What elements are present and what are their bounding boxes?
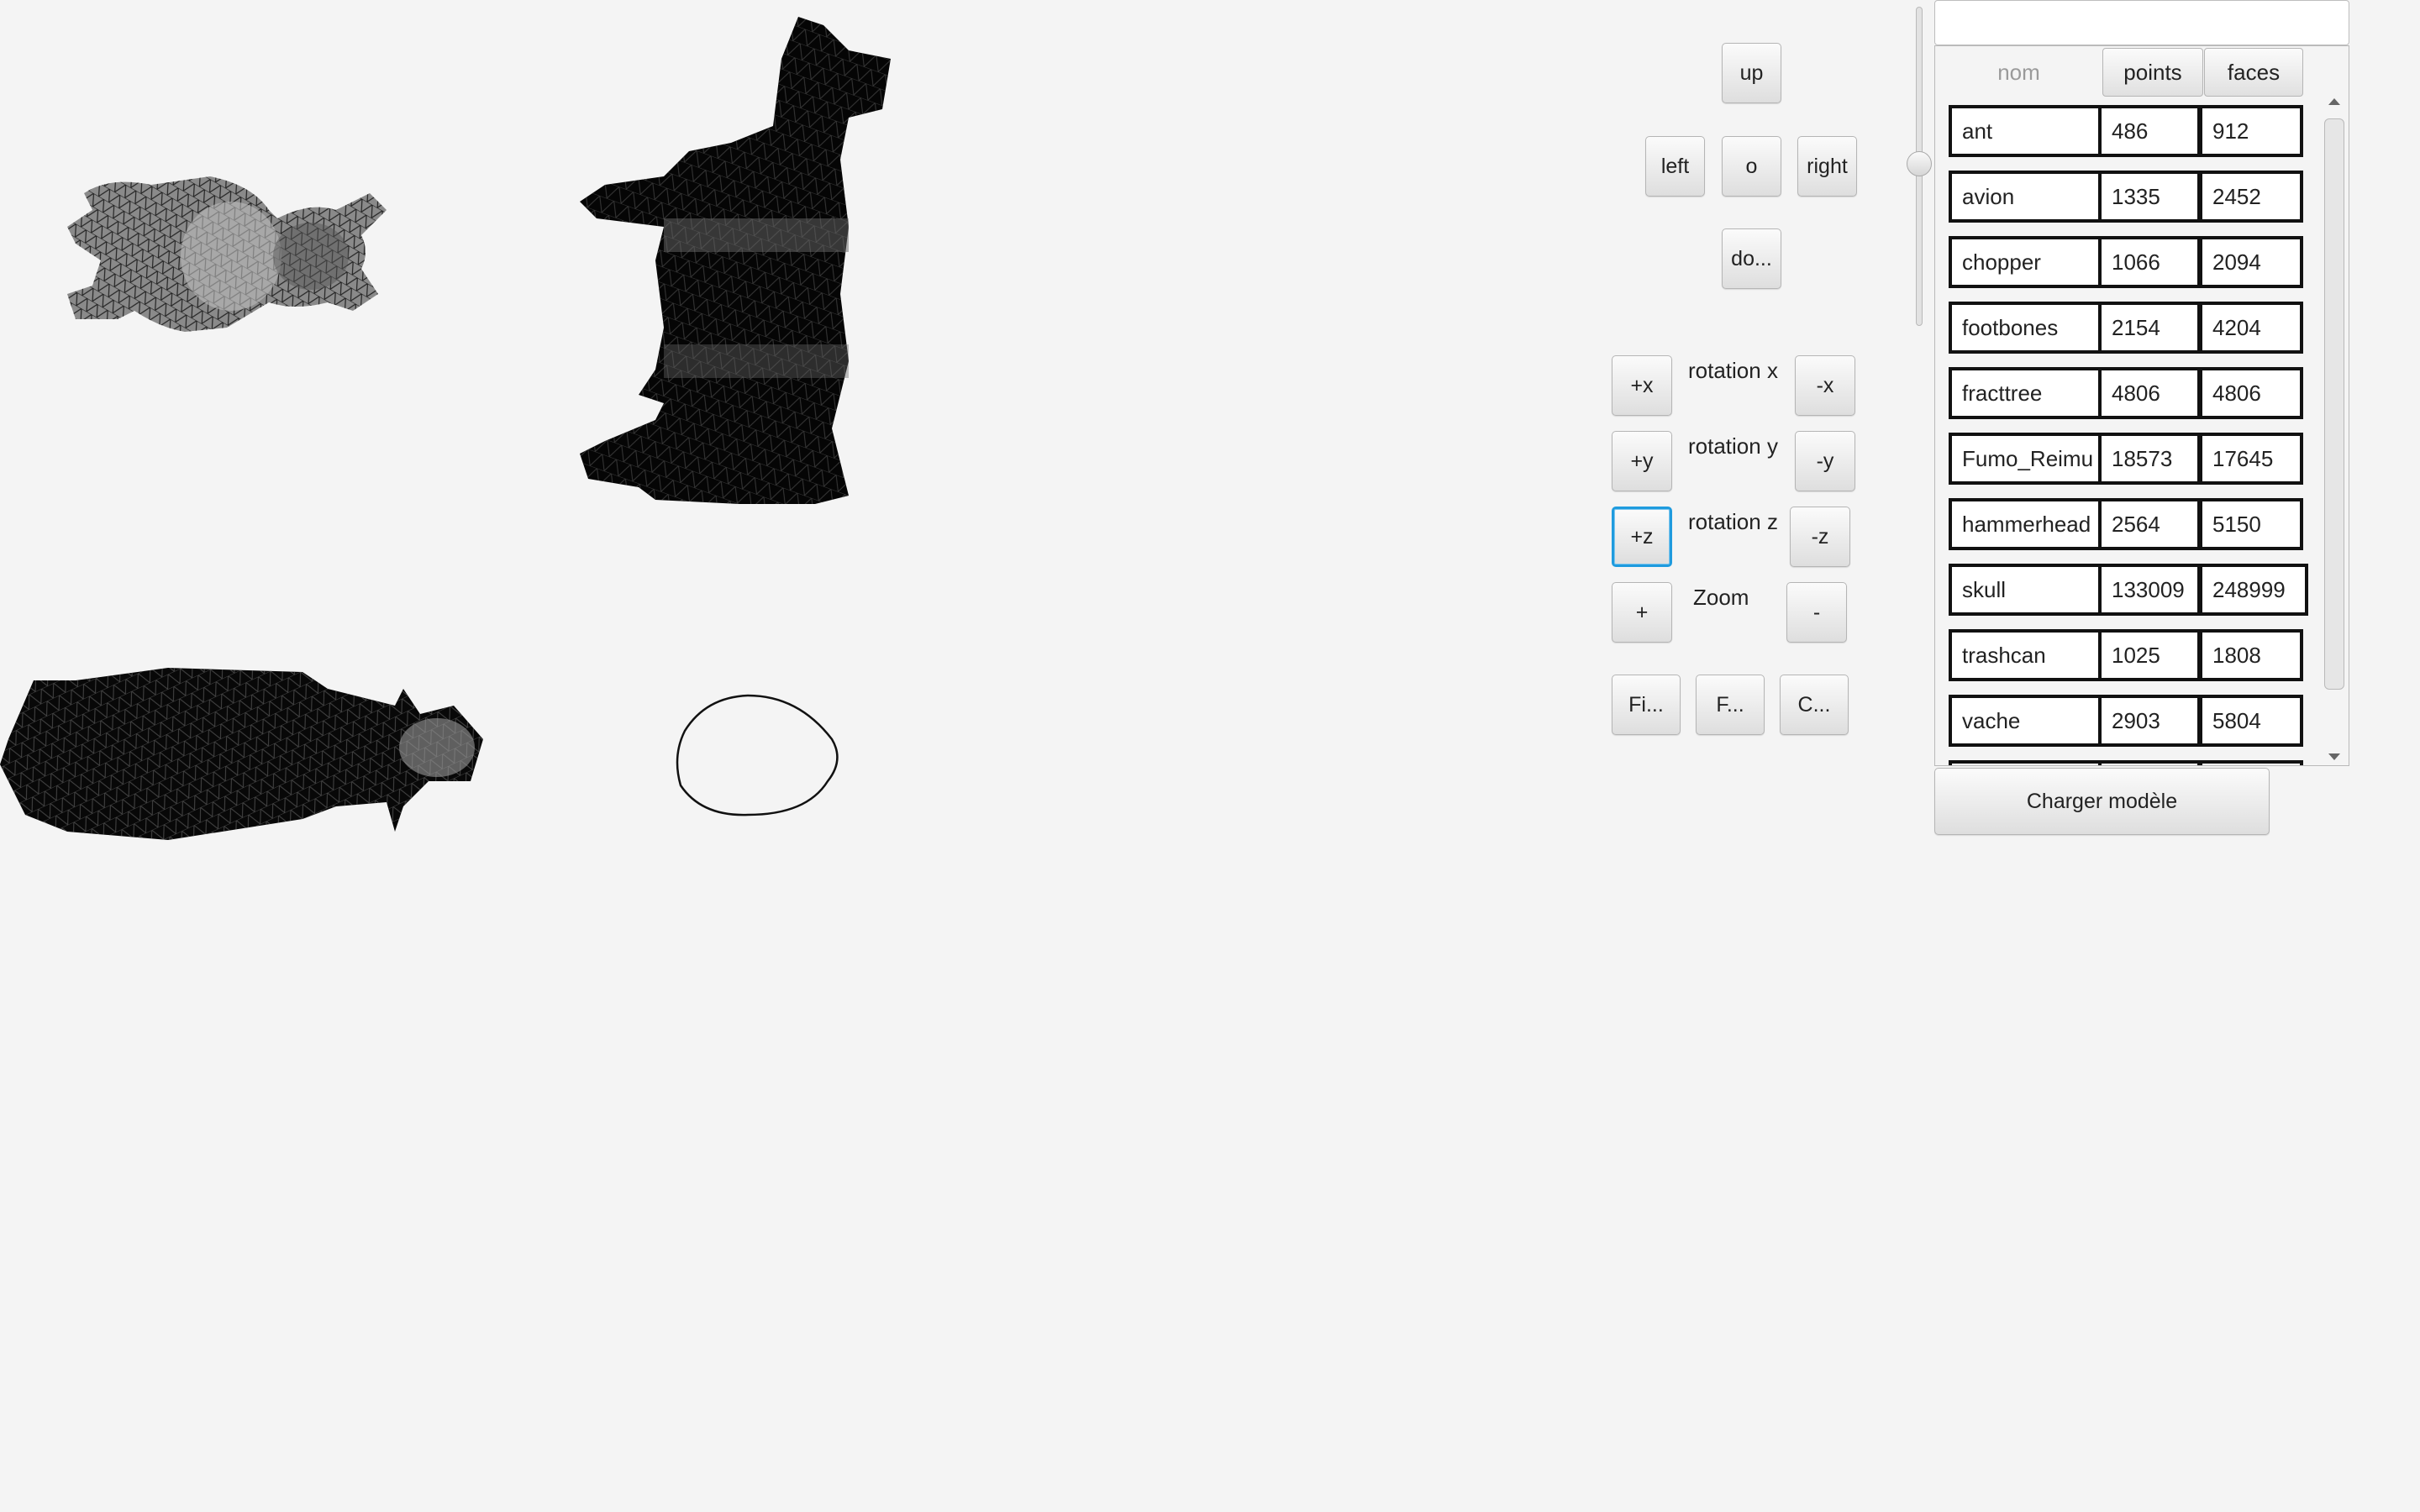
column-header-nom[interactable]: nom (1935, 48, 2102, 97)
table-cell-faces[interactable]: 4806 (2199, 367, 2303, 419)
table-cell-faces[interactable]: 912 (2199, 105, 2303, 157)
left-button[interactable]: left (1645, 136, 1705, 197)
table-cell-partial (2098, 760, 2201, 765)
rotate-plus-z-button[interactable]: +z (1612, 507, 1672, 567)
table-cell-points[interactable]: 2903 (2098, 695, 2201, 747)
scrollbar-thumb[interactable] (2324, 118, 2344, 690)
table-cell-nom[interactable]: fracttree (1949, 367, 2102, 419)
viewport-bottom-left[interactable] (0, 664, 496, 848)
vertical-slider[interactable] (1906, 7, 1933, 326)
viewport-top-left[interactable] (59, 160, 403, 344)
table-cell-partial (2199, 760, 2303, 765)
down-button[interactable]: do... (1722, 228, 1781, 289)
rotate-minus-x-button[interactable]: -x (1795, 355, 1855, 416)
table-cell-nom[interactable]: avion (1949, 171, 2102, 223)
table-cell-points[interactable]: 1025 (2098, 629, 2201, 681)
right-button[interactable]: right (1797, 136, 1857, 197)
table-cell-points[interactable]: 1066 (2098, 236, 2201, 288)
search-input[interactable] (1934, 0, 2349, 45)
table-cell-faces[interactable]: 17645 (2199, 433, 2303, 485)
rotation-y-label: rotation y (1688, 433, 1778, 459)
rotate-plus-x-button[interactable]: +x (1612, 355, 1672, 416)
table-cell-nom[interactable]: Fumo_Reimu (1949, 433, 2102, 485)
table-cell-nom[interactable]: footbones (1949, 302, 2102, 354)
table-cell-nom[interactable]: vache (1949, 695, 2102, 747)
table-cell-nom[interactable]: hammerhead (1949, 498, 2102, 550)
table-cell-nom[interactable]: skull (1949, 564, 2102, 616)
f-button[interactable]: F... (1696, 675, 1765, 735)
table-cell-faces[interactable]: 2094 (2199, 236, 2303, 288)
table-cell-nom[interactable]: ant (1949, 105, 2102, 157)
table-cell-points[interactable]: 486 (2098, 105, 2201, 157)
table-cell-points[interactable]: 1335 (2098, 171, 2201, 223)
rotation-x-label: rotation x (1688, 358, 1778, 383)
cow-mesh-front-view (67, 176, 387, 332)
column-header-faces[interactable]: faces (2204, 48, 2303, 97)
fi-button[interactable]: Fi... (1612, 675, 1681, 735)
viewport-bottom-right[interactable] (672, 689, 849, 823)
viewport-top-right[interactable] (571, 8, 908, 512)
load-model-button[interactable]: Charger modèle (1934, 768, 2270, 835)
rotate-plus-y-button[interactable]: +y (1612, 431, 1672, 491)
cow-mesh-side-view (580, 17, 891, 504)
scroll-down-arrow[interactable] (2328, 753, 2340, 760)
column-header-points[interactable]: points (2102, 48, 2203, 97)
center-button[interactable]: o (1722, 136, 1781, 197)
model-table: nom points faces ant 486 912 avion 1335 2452 c… (1934, 45, 2349, 766)
table-cell-points[interactable]: 133009 (2098, 564, 2201, 616)
up-button[interactable]: up (1722, 43, 1781, 103)
table-cell-faces[interactable]: 5804 (2199, 695, 2303, 747)
rotate-minus-y-button[interactable]: -y (1795, 431, 1855, 491)
c-button[interactable]: C... (1780, 675, 1849, 735)
cow-mesh-top-view (0, 668, 483, 840)
table-cell-nom[interactable]: chopper (1949, 236, 2102, 288)
table-cell-points[interactable]: 4806 (2098, 367, 2201, 419)
table-cell-faces[interactable]: 1808 (2199, 629, 2303, 681)
table-cell-partial (1949, 760, 2102, 765)
zoom-label: Zoom (1693, 585, 1749, 610)
table-cell-faces[interactable]: 4204 (2199, 302, 2303, 354)
table-cell-faces[interactable]: 248999 (2199, 564, 2308, 616)
table-cell-faces[interactable]: 2452 (2199, 171, 2303, 223)
rotate-minus-z-button[interactable]: -z (1790, 507, 1850, 567)
table-cell-points[interactable]: 2154 (2098, 302, 2201, 354)
table-cell-points[interactable]: 18573 (2098, 433, 2201, 485)
table-cell-points[interactable]: 2564 (2098, 498, 2201, 550)
slider-thumb[interactable] (1907, 151, 1932, 176)
zoom-in-button[interactable]: + (1612, 582, 1672, 643)
zoom-out-button[interactable]: - (1786, 582, 1847, 643)
scroll-up-arrow[interactable] (2328, 98, 2340, 105)
table-scrollbar[interactable] (2322, 97, 2347, 765)
table-cell-faces[interactable]: 5150 (2199, 498, 2303, 550)
rotation-z-label: rotation z (1688, 509, 1778, 534)
table-cell-nom[interactable]: trashcan (1949, 629, 2102, 681)
silhouette-outline (676, 694, 839, 816)
